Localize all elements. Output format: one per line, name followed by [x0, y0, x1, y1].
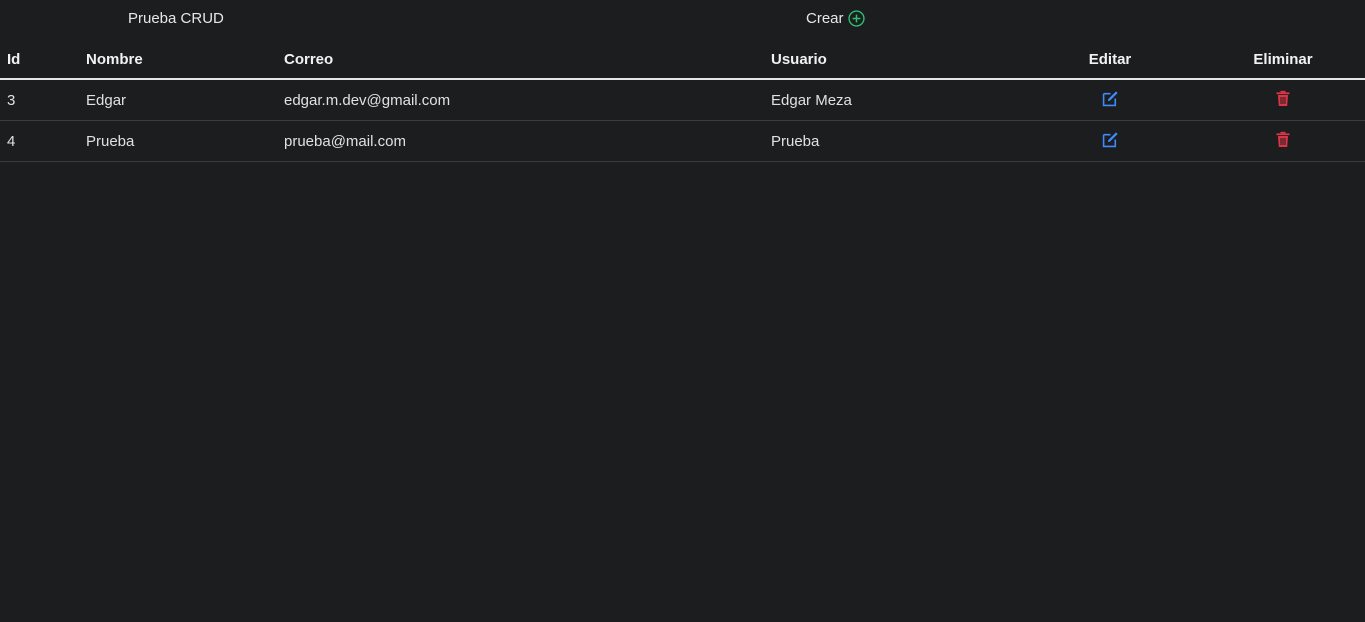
column-header-id: Id: [0, 40, 79, 80]
plus-circle-icon: [847, 10, 865, 27]
cell-correo: edgar.m.dev@gmail.com: [277, 79, 764, 121]
table-row: 4 Prueba prueba@mail.com Prueba: [0, 120, 1365, 162]
top-bar: Prueba CRUD Crear: [0, 0, 1365, 38]
column-header-correo: Correo: [277, 40, 764, 80]
table-row: 3 Edgar edgar.m.dev@gmail.com Edgar Meza: [0, 79, 1365, 121]
cell-id: 4: [0, 120, 79, 162]
cell-usuario: Edgar Meza: [764, 79, 1019, 121]
cell-id: 3: [0, 79, 79, 121]
cell-nombre: Edgar: [79, 79, 277, 121]
cell-nombre: Prueba: [79, 120, 277, 162]
column-header-editar: Editar: [1019, 40, 1201, 80]
table-header-row: Id Nombre Correo Usuario Editar Eliminar: [0, 40, 1365, 80]
app-title: Prueba CRUD: [128, 10, 224, 27]
cell-delete: [1201, 79, 1365, 121]
cell-usuario: Prueba: [764, 120, 1019, 162]
create-button[interactable]: Crear: [806, 10, 865, 27]
trash-icon[interactable]: [1275, 131, 1291, 148]
trash-icon[interactable]: [1275, 90, 1291, 107]
edit-icon[interactable]: [1102, 131, 1119, 148]
column-header-eliminar: Eliminar: [1201, 40, 1365, 80]
cell-delete: [1201, 120, 1365, 162]
users-table: Id Nombre Correo Usuario Editar Eliminar…: [0, 40, 1365, 162]
column-header-nombre: Nombre: [79, 40, 277, 80]
cell-edit: [1019, 79, 1201, 121]
cell-correo: prueba@mail.com: [277, 120, 764, 162]
create-label: Crear: [806, 10, 844, 27]
cell-edit: [1019, 120, 1201, 162]
edit-icon[interactable]: [1102, 90, 1119, 107]
column-header-usuario: Usuario: [764, 40, 1019, 80]
crud-page: Prueba CRUD Crear Id Nombre Correo Usuar…: [0, 0, 1365, 622]
